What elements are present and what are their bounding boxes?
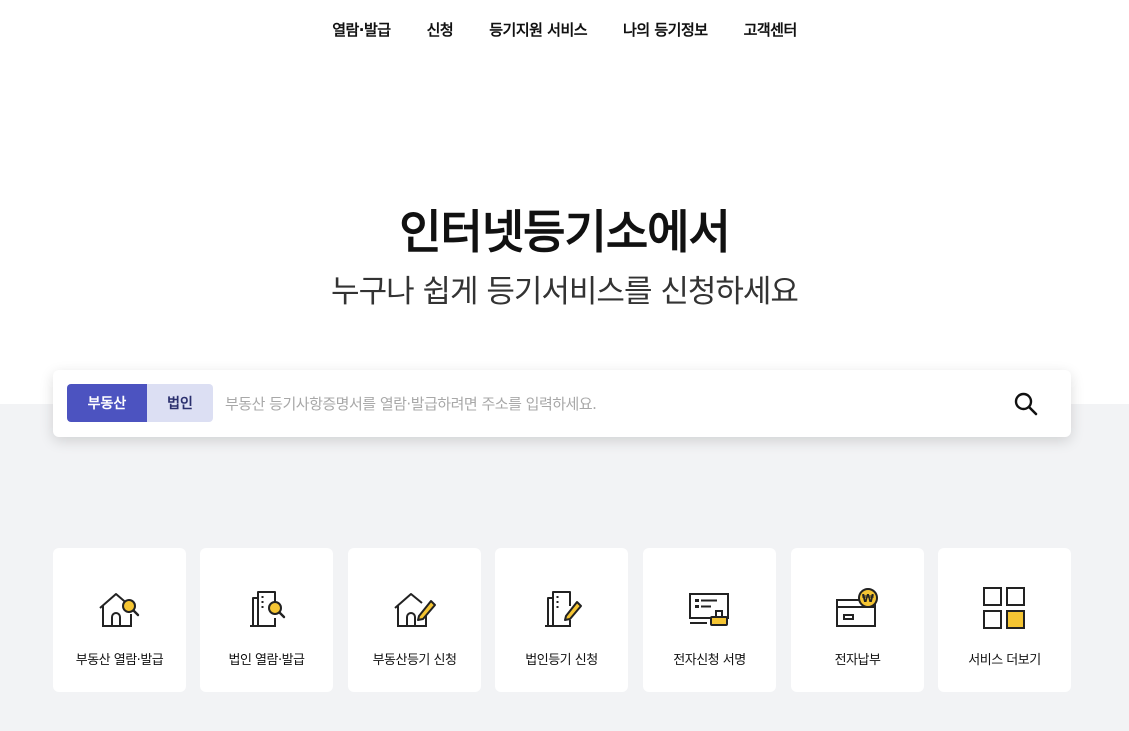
nav-item-view-issue[interactable]: 열람·발급 bbox=[332, 19, 391, 40]
svg-text:₩: ₩ bbox=[862, 592, 874, 605]
quick-services: 부동산 열람·발급 법인 열람·발급 부동산등기 신청 법인등기 신청 전자신청… bbox=[53, 548, 1071, 692]
service-label: 서비스 더보기 bbox=[968, 653, 1041, 668]
service-label: 부동산 열람·발급 bbox=[75, 653, 164, 668]
search-box: 부동산 법인 bbox=[53, 370, 1071, 437]
tab-corporation[interactable]: 법인 bbox=[147, 384, 213, 422]
service-electronic-signature[interactable]: 전자신청 서명 bbox=[643, 548, 776, 692]
search-input[interactable] bbox=[225, 386, 985, 422]
service-electronic-payment[interactable]: ₩ 전자납부 bbox=[791, 548, 924, 692]
document-stamp-icon bbox=[689, 593, 729, 626]
service-corporation-registration[interactable]: 법인등기 신청 bbox=[495, 548, 628, 692]
nav-item-customer-center[interactable]: 고객센터 bbox=[744, 19, 798, 40]
hero-subtitle: 누구나 쉽게 등기서비스를 신청하세요 bbox=[331, 274, 799, 310]
search-button[interactable] bbox=[1011, 389, 1041, 419]
building-pen-icon bbox=[545, 591, 582, 627]
service-label: 법인 열람·발급 bbox=[228, 653, 305, 668]
grid-more-icon bbox=[983, 587, 1025, 629]
nav-item-my-registry[interactable]: 나의 등기정보 bbox=[623, 19, 708, 40]
nav-item-apply[interactable]: 신청 bbox=[427, 19, 454, 40]
service-corporation-view-issue[interactable]: 법인 열람·발급 bbox=[200, 548, 333, 692]
house-search-icon bbox=[99, 593, 140, 627]
hero-title: 인터넷등기소에서 bbox=[399, 205, 731, 259]
building-search-icon bbox=[250, 591, 286, 627]
service-label: 부동산등기 신청 bbox=[372, 653, 457, 668]
card-won-icon: ₩ bbox=[836, 588, 878, 627]
house-pen-icon bbox=[394, 593, 436, 627]
service-label: 법인등기 신청 bbox=[525, 653, 598, 668]
search-icon bbox=[1014, 392, 1038, 416]
main-nav: 열람·발급 신청 등기지원 서비스 나의 등기정보 고객센터 bbox=[0, 0, 1129, 58]
tab-real-estate[interactable]: 부동산 bbox=[67, 384, 147, 422]
nav-item-support-services[interactable]: 등기지원 서비스 bbox=[489, 19, 587, 40]
service-real-estate-view-issue[interactable]: 부동산 열람·발급 bbox=[53, 548, 186, 692]
service-label: 전자신청 서명 bbox=[673, 653, 746, 668]
service-real-estate-registration[interactable]: 부동산등기 신청 bbox=[348, 548, 481, 692]
service-label: 전자납부 bbox=[834, 653, 881, 668]
service-more[interactable]: 서비스 더보기 bbox=[938, 548, 1071, 692]
